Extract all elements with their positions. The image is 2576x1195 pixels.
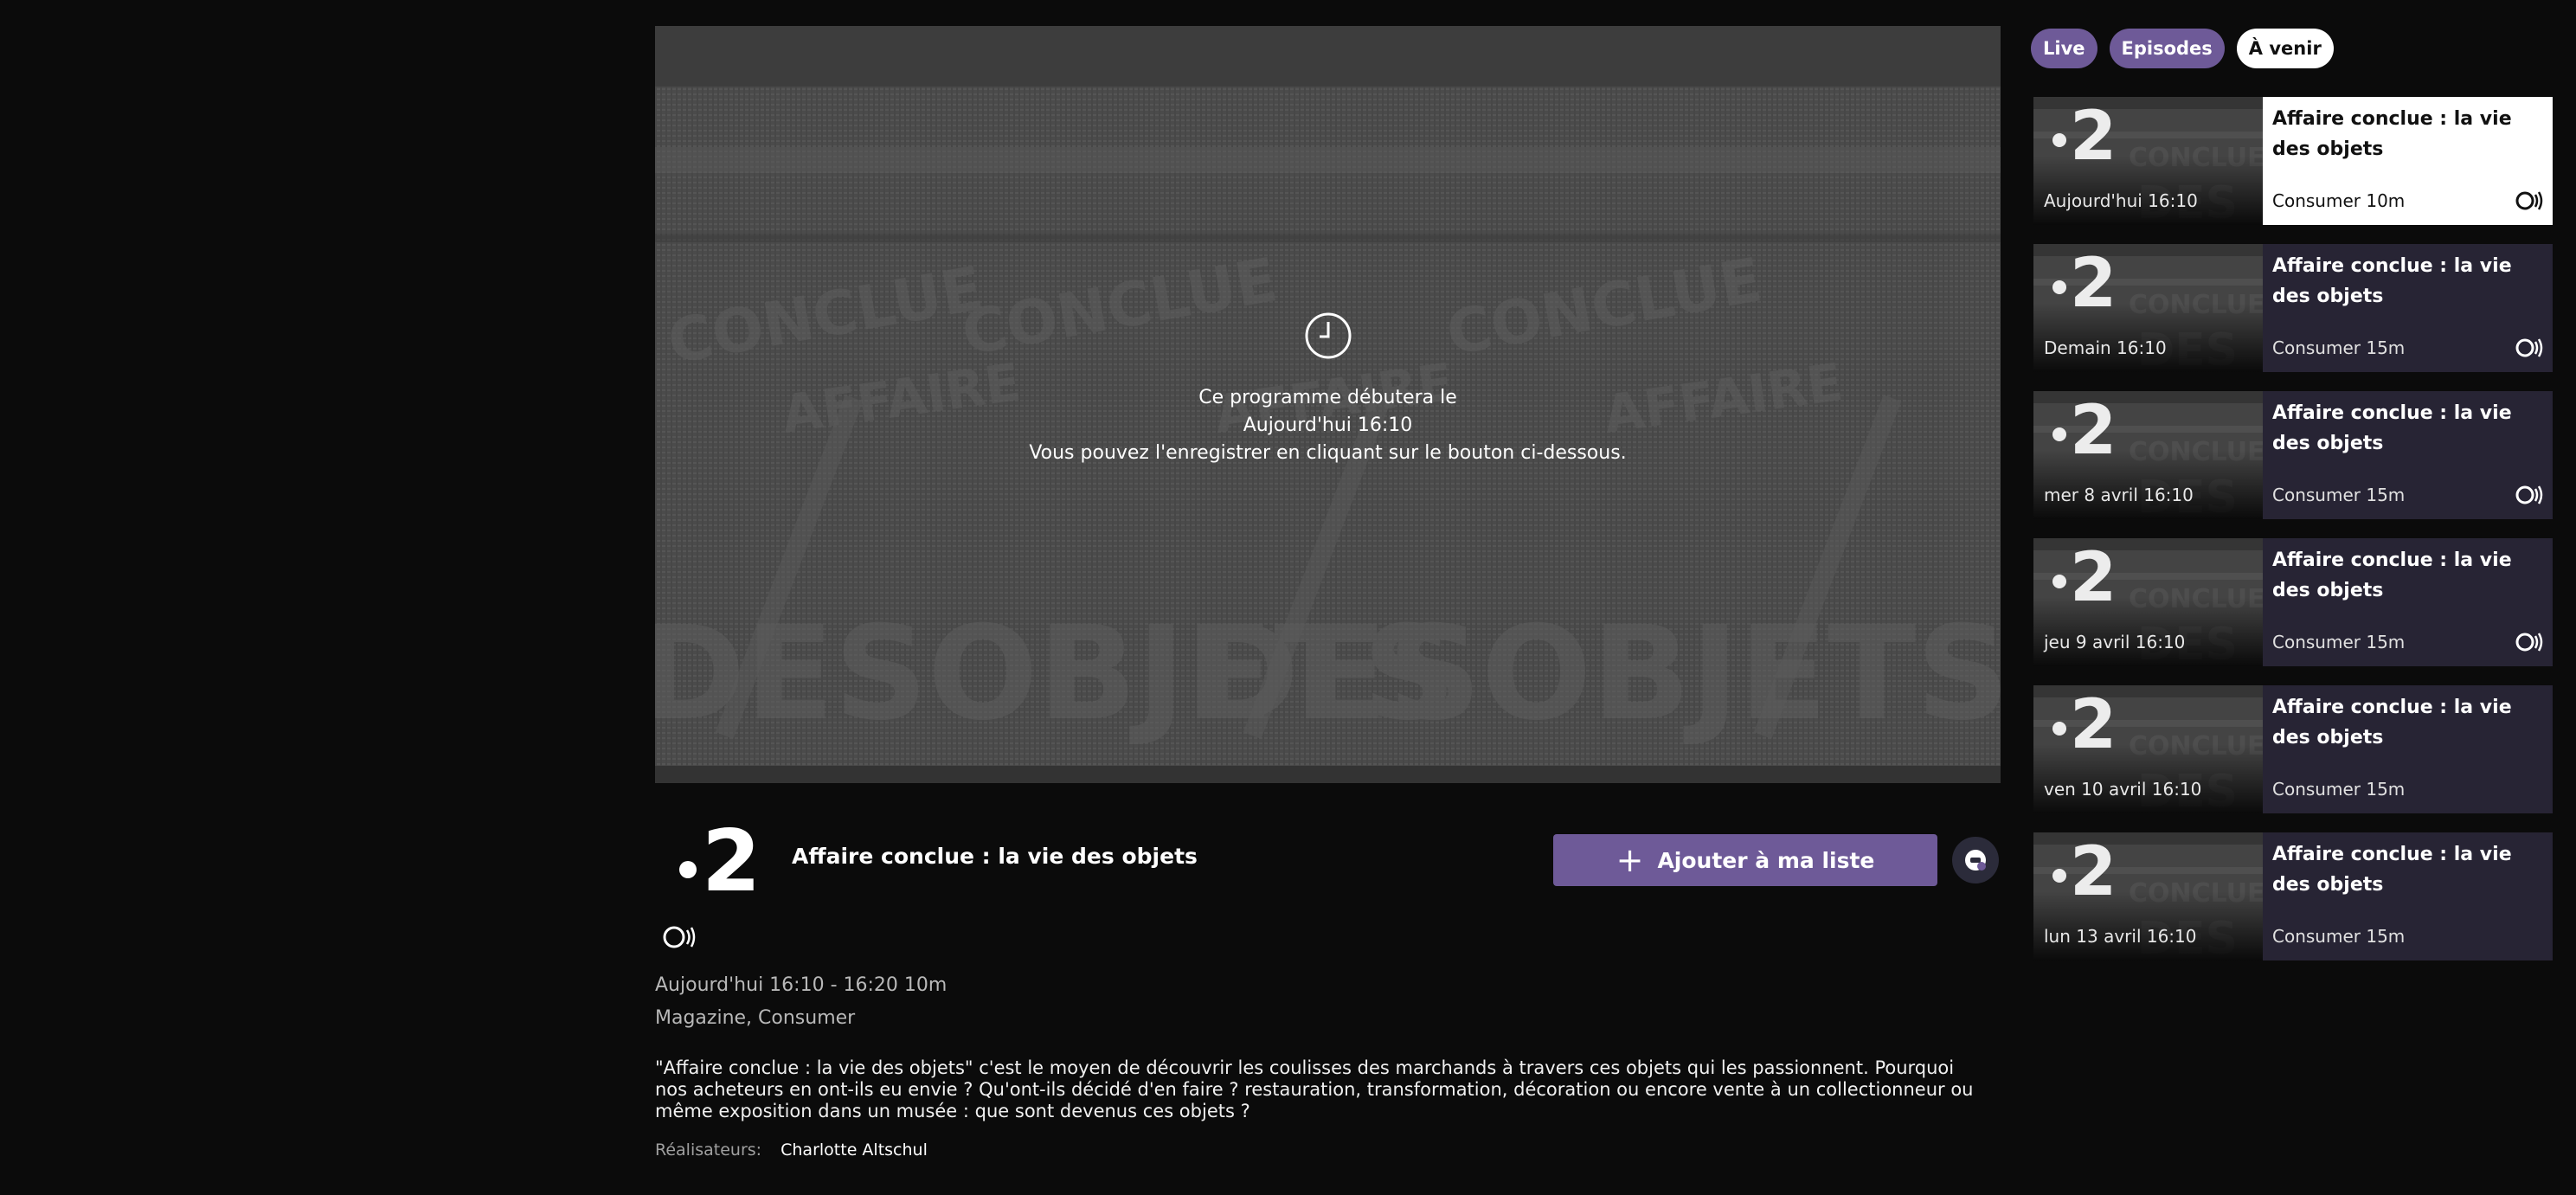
france2-logo: 2 [2052, 104, 2113, 166]
plus-icon: + [1616, 841, 1644, 879]
video-player[interactable]: CONCLUE CONCLUE CONCLUE AFFAIRE AFFAIRE … [655, 26, 2001, 783]
episode-genre: Consumer 10m [2272, 190, 2406, 211]
tab-episodes[interactable]: Episodes [2109, 29, 2225, 68]
france2-logo: 2 [2052, 251, 2113, 313]
episode-genre: Consumer 15m [2272, 632, 2406, 652]
episode-card[interactable]: CONCLUE DES 2 jeu 9 avril 16:10 Affaire … [2033, 538, 2553, 666]
episode-thumbnail: CONCLUE DES 2 Aujourd'hui 16:10 [2033, 97, 2263, 225]
episode-title: Affaire conclue : la vie des objets [2272, 108, 2512, 160]
episode-time: ven 10 avril 16:10 [2044, 779, 2202, 800]
audio-description-icon [2515, 485, 2543, 504]
episode-time: lun 13 avril 16:10 [2044, 926, 2197, 947]
svg-text:2: 2 [702, 818, 757, 896]
episode-title: Affaire conclue : la vie des objets [2272, 402, 2512, 454]
episode-info: Affaire conclue : la vie des objets Cons… [2263, 97, 2553, 225]
france2-logo: 2 [2052, 692, 2113, 755]
player-message-line3: Vous pouvez l'enregistrer en cliquant su… [1029, 442, 1627, 464]
episode-card[interactable]: CONCLUE DES 2 ven 10 avril 16:10 Affaire… [2033, 685, 2553, 813]
program-schedule: Aujourd'hui 16:10 - 16:20 10m [655, 974, 948, 996]
episode-info: Affaire conclue : la vie des objets Cons… [2263, 685, 2553, 813]
audio-description-icon [663, 926, 696, 948]
episode-card[interactable]: CONCLUE DES 2 Demain 16:10 Affaire concl… [2033, 244, 2553, 372]
episode-info: Affaire conclue : la vie des objets Cons… [2263, 538, 2553, 666]
program-genres: Magazine, Consumer [655, 1007, 856, 1029]
player-message-line2: Aujourd'hui 16:10 [1243, 414, 1413, 436]
episode-card[interactable]: CONCLUE DES 2 Aujourd'hui 16:10 Affaire … [2033, 97, 2553, 225]
episode-time: Aujourd'hui 16:10 [2044, 190, 2198, 211]
svg-text:2: 2 [2070, 398, 2113, 460]
tab-a-venir[interactable]: À venir [2236, 29, 2334, 68]
audio-description-icon [2515, 338, 2543, 357]
player-message-line1: Ce programme débutera le [1198, 387, 1457, 408]
france2-logo: 2 [2052, 839, 2113, 902]
add-to-list-label: Ajouter à ma liste [1657, 847, 1875, 873]
audio-description-icon [2515, 191, 2543, 210]
episode-list: CONCLUE DES 2 Aujourd'hui 16:10 Affaire … [2033, 97, 2553, 980]
audio-description-icon [2515, 633, 2543, 652]
episode-info: Affaire conclue : la vie des objets Cons… [2263, 244, 2553, 372]
svg-text:2: 2 [2070, 692, 2113, 755]
svg-text:DESOBJETS: DESOBJETS [1192, 599, 2001, 749]
episode-card[interactable]: CONCLUE DES 2 mer 8 avril 16:10 Affaire … [2033, 391, 2553, 519]
svg-text:2: 2 [2070, 104, 2113, 166]
episode-tabs: Live Episodes À venir [2031, 29, 2334, 68]
episode-info: Affaire conclue : la vie des objets Cons… [2263, 391, 2553, 519]
program-description: "Affaire conclue : la vie des objets" c'… [655, 1057, 1974, 1121]
credits-value: Charlotte Altschul [781, 1140, 928, 1160]
record-icon [1965, 850, 1986, 871]
episode-thumbnail: CONCLUE DES 2 Demain 16:10 [2033, 244, 2263, 372]
episode-thumbnail: CONCLUE DES 2 mer 8 avril 16:10 [2033, 391, 2263, 519]
episode-thumbnail: CONCLUE DES 2 lun 13 avril 16:10 [2033, 832, 2263, 960]
episode-card[interactable]: CONCLUE DES 2 lun 13 avril 16:10 Affaire… [2033, 832, 2553, 960]
add-to-list-button[interactable]: + Ajouter à ma liste [1553, 834, 1937, 886]
episode-thumbnail: CONCLUE DES 2 jeu 9 avril 16:10 [2033, 538, 2263, 666]
record-button[interactable] [1952, 837, 1999, 883]
episode-time: mer 8 avril 16:10 [2044, 485, 2194, 505]
france2-logo: 2 [2052, 545, 2113, 607]
player-message-overlay: Ce programme débutera le Aujourd'hui 16:… [655, 312, 2001, 467]
program-credits: Réalisateurs: Charlotte Altschul [655, 1140, 928, 1160]
episode-thumbnail: CONCLUE DES 2 ven 10 avril 16:10 [2033, 685, 2263, 813]
episode-genre: Consumer 15m [2272, 485, 2406, 505]
episode-time: jeu 9 avril 16:10 [2044, 632, 2186, 652]
svg-text:2: 2 [2070, 545, 2113, 607]
episode-genre: Consumer 15m [2272, 337, 2406, 358]
episode-title: Affaire conclue : la vie des objets [2272, 844, 2512, 896]
episode-genre: Consumer 15m [2272, 926, 2406, 947]
episode-title: Affaire conclue : la vie des objets [2272, 697, 2512, 748]
france2-logo: 2 [2052, 398, 2113, 460]
episode-info: Affaire conclue : la vie des objets Cons… [2263, 832, 2553, 960]
episode-time: Demain 16:10 [2044, 337, 2167, 358]
svg-text:2: 2 [2070, 251, 2113, 313]
france2-logo: 2 [679, 818, 757, 896]
episode-title: Affaire conclue : la vie des objets [2272, 255, 2512, 307]
credits-label: Réalisateurs: [655, 1140, 762, 1160]
tab-live[interactable]: Live [2031, 29, 2097, 68]
episode-genre: Consumer 15m [2272, 779, 2406, 800]
episode-title: Affaire conclue : la vie des objets [2272, 549, 2512, 601]
svg-text:2: 2 [2070, 839, 2113, 902]
program-title: Affaire conclue : la vie des objets [792, 844, 1198, 869]
clock-icon [1305, 312, 1351, 359]
